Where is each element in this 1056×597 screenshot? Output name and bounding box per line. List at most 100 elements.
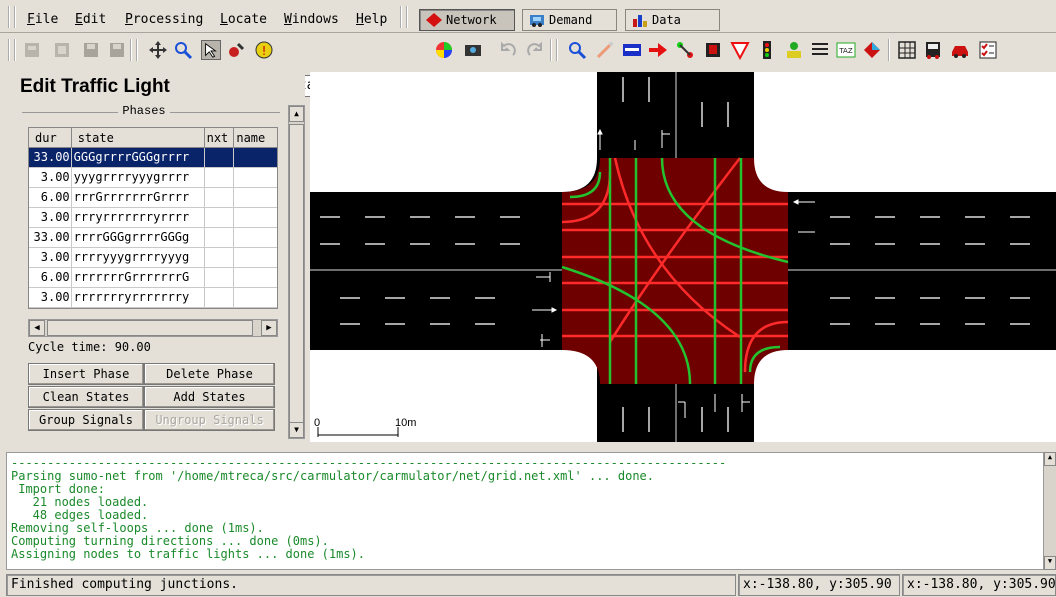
phase-next[interactable] xyxy=(205,248,235,267)
demand-mode-button[interactable]: Demand xyxy=(522,9,617,31)
scroll-down-icon[interactable]: ▼ xyxy=(289,422,304,438)
phase-state[interactable]: rrryrrrrrrryrrrr xyxy=(72,208,205,227)
add-states-button[interactable]: Add States xyxy=(144,386,275,408)
delete-mode-icon[interactable] xyxy=(226,40,246,60)
bus-icon[interactable] xyxy=(923,40,943,60)
insert-phase-button[interactable]: Insert Phase xyxy=(28,363,144,385)
car-icon[interactable] xyxy=(950,40,970,60)
phase-row[interactable]: 3.00 rrrrrrryrrrrrrry xyxy=(29,288,277,308)
phase-next[interactable] xyxy=(205,168,235,187)
connection-icon[interactable] xyxy=(648,40,668,60)
phase-duration[interactable]: 3.00 xyxy=(29,288,72,307)
phase-next[interactable] xyxy=(205,208,235,227)
phase-row[interactable]: 3.00 rrryrrrrrrryrrrr xyxy=(29,208,277,228)
network-mode-button[interactable]: Network xyxy=(419,9,515,31)
toolbar-grip[interactable] xyxy=(8,39,16,61)
phase-state[interactable]: rrrrrrryrrrrrrry xyxy=(72,288,205,307)
inspect-icon[interactable] xyxy=(201,40,221,60)
phase-name[interactable] xyxy=(234,208,277,227)
network-view[interactable]: 0 10m xyxy=(310,72,1056,442)
open-network-icon[interactable] xyxy=(52,40,72,60)
menubar-grip-2[interactable] xyxy=(400,6,408,28)
phase-row[interactable]: 3.00 yyygrrrryyygrrrr xyxy=(29,168,277,188)
phase-state[interactable]: rrrGrrrrrrrGrrrr xyxy=(72,188,205,207)
person-icon[interactable] xyxy=(784,40,804,60)
phase-name[interactable] xyxy=(234,248,277,267)
lanes-icon[interactable] xyxy=(810,40,830,60)
checklist-icon[interactable] xyxy=(978,40,998,60)
phase-name[interactable] xyxy=(234,188,277,207)
toolbar-grip-3[interactable] xyxy=(550,39,558,61)
phase-row[interactable]: 6.00 rrrGrrrrrrrGrrrr xyxy=(29,188,277,208)
group-signals-button[interactable]: Group Signals xyxy=(28,409,144,431)
phase-row[interactable]: 33.00 GGGgrrrrGGGgrrrr xyxy=(29,148,277,168)
save-network-icon[interactable] xyxy=(81,40,101,60)
data-mode-button[interactable]: Data xyxy=(625,9,720,31)
menu-file[interactable]: File xyxy=(27,12,58,27)
save-as-icon[interactable] xyxy=(107,40,127,60)
menu-processing[interactable]: Processing xyxy=(125,12,203,27)
screenshot-icon[interactable] xyxy=(463,40,483,60)
panel-vscroll[interactable]: ▲ ▼ xyxy=(288,105,305,439)
undo-icon[interactable] xyxy=(498,40,518,60)
log-scroll-down-icon[interactable]: ▼ xyxy=(1044,556,1056,570)
triangle-icon[interactable] xyxy=(730,40,750,60)
column-name[interactable]: name xyxy=(234,128,277,147)
phase-name[interactable] xyxy=(234,228,277,247)
delete-phase-button[interactable]: Delete Phase xyxy=(144,363,275,385)
phase-duration[interactable]: 6.00 xyxy=(29,268,72,287)
polygon-icon[interactable] xyxy=(862,40,882,60)
toolbar-grip-2[interactable] xyxy=(130,39,138,61)
menu-help[interactable]: Help xyxy=(356,12,387,27)
scroll-right-icon[interactable]: ▶ xyxy=(261,320,277,336)
vscroll-thumb[interactable] xyxy=(289,124,304,424)
hscroll-thumb[interactable] xyxy=(47,320,253,336)
phase-table-hscroll[interactable]: ◀ ▶ xyxy=(28,319,278,337)
crossing-icon[interactable] xyxy=(622,40,642,60)
phase-duration[interactable]: 33.00 xyxy=(29,148,72,167)
traffic-light-mode-icon[interactable] xyxy=(703,40,723,60)
prohibition-icon[interactable] xyxy=(675,40,695,60)
zoom-icon[interactable] xyxy=(173,40,193,60)
phase-duration[interactable]: 33.00 xyxy=(29,228,72,247)
redo-icon[interactable] xyxy=(525,40,545,60)
new-network-icon[interactable] xyxy=(22,40,42,60)
message-log[interactable]: ----------------------------------------… xyxy=(6,452,1056,570)
phase-row[interactable]: 3.00 rrrryyygrrrryyyg xyxy=(29,248,277,268)
scroll-up-icon[interactable]: ▲ xyxy=(289,106,304,122)
phase-name[interactable] xyxy=(234,268,277,287)
phase-name[interactable] xyxy=(234,148,277,167)
grid-icon[interactable] xyxy=(897,40,917,60)
phase-next[interactable] xyxy=(205,228,235,247)
phase-row[interactable]: 33.00 rrrrGGGgrrrrGGGg xyxy=(29,228,277,248)
phase-duration[interactable]: 3.00 xyxy=(29,208,72,227)
color-wheel-icon[interactable] xyxy=(434,40,454,60)
phase-name[interactable] xyxy=(234,168,277,187)
menu-edit[interactable]: Edit xyxy=(75,12,106,27)
phase-duration[interactable]: 3.00 xyxy=(29,248,72,267)
scroll-left-icon[interactable]: ◀ xyxy=(29,320,45,336)
phase-next[interactable] xyxy=(205,288,235,307)
traffic-light-icon[interactable] xyxy=(757,40,777,60)
phase-duration[interactable]: 3.00 xyxy=(29,168,72,187)
menubar-grip[interactable] xyxy=(8,6,16,28)
locate-icon[interactable] xyxy=(567,40,587,60)
move-icon[interactable] xyxy=(148,40,168,60)
phase-name[interactable] xyxy=(234,288,277,307)
phase-next[interactable] xyxy=(205,188,235,207)
phase-state[interactable]: rrrrrrrGrrrrrrrG xyxy=(72,268,205,287)
menu-locate[interactable]: Locate xyxy=(220,12,267,27)
additional-icon[interactable]: ! xyxy=(254,40,274,60)
phase-state[interactable]: GGGgrrrrGGGgrrrr xyxy=(72,148,205,167)
menu-windows[interactable]: Windows xyxy=(284,12,339,27)
wand-icon[interactable] xyxy=(595,40,615,60)
taz-icon[interactable]: TAZ xyxy=(836,40,856,60)
log-scroll-up-icon[interactable]: ▲ xyxy=(1044,452,1056,466)
clean-states-button[interactable]: Clean States xyxy=(28,386,144,408)
phase-row[interactable]: 6.00 rrrrrrrGrrrrrrrG xyxy=(29,268,277,288)
phase-duration[interactable]: 6.00 xyxy=(29,188,72,207)
phase-state[interactable]: yyygrrrryyygrrrr xyxy=(72,168,205,187)
log-vscroll[interactable]: ▲ ▼ xyxy=(1043,452,1056,570)
phase-state[interactable]: rrrrGGGgrrrrGGGg xyxy=(72,228,205,247)
phase-next[interactable] xyxy=(205,268,235,287)
